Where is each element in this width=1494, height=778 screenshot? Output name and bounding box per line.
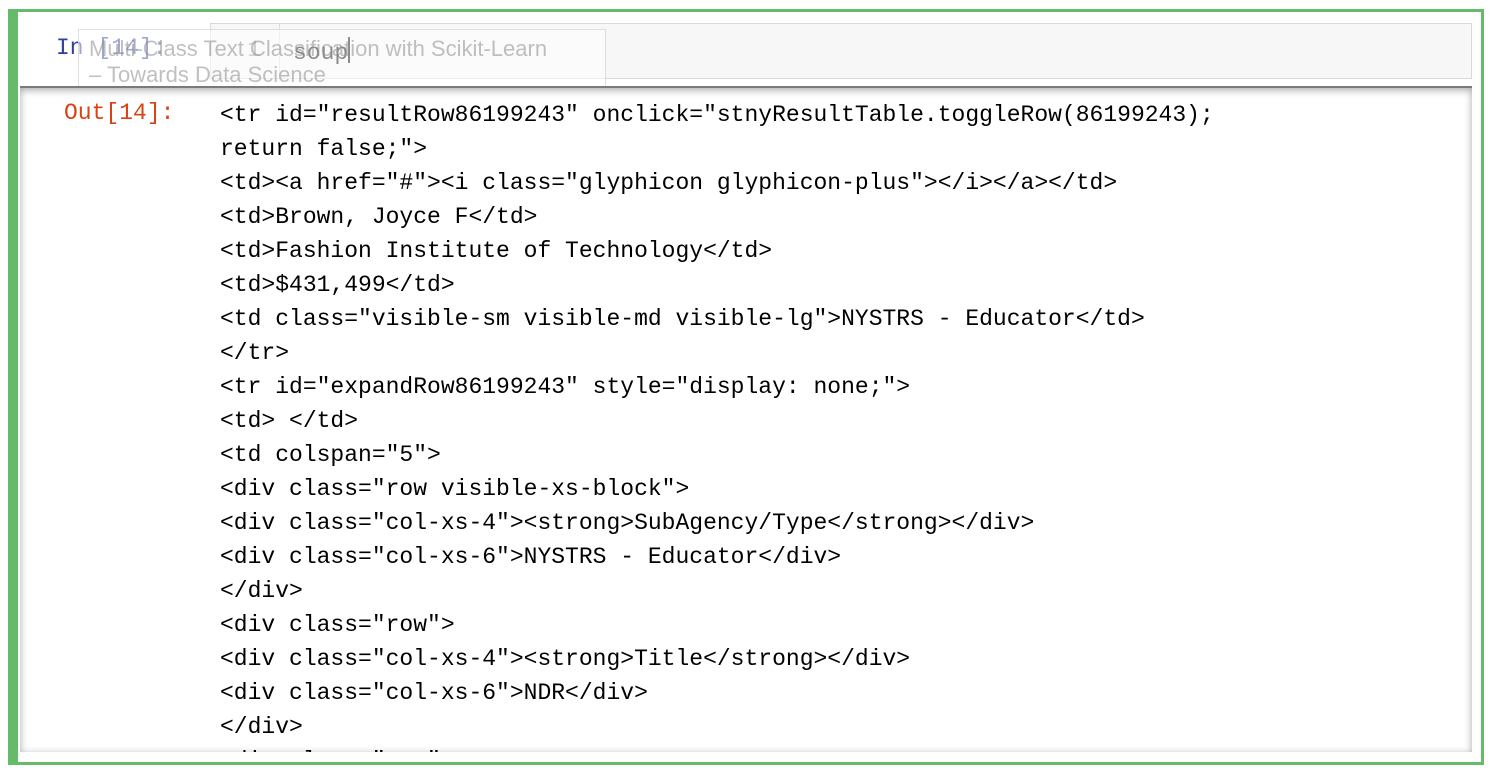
- output-line: <td class="visible-sm visible-md visible…: [220, 306, 1145, 332]
- code-line[interactable]: soup: [293, 37, 351, 66]
- output-text: <tr id="resultRow86199243" onclick="stny…: [220, 98, 1214, 752]
- output-line: <td>Fashion Institute of Technology</td>: [220, 238, 773, 264]
- output-line: <div class="col-xs-4"><strong>Title</str…: [220, 646, 911, 672]
- output-line: <div class="col-xs-6">NYSTRS - Educator<…: [220, 544, 842, 570]
- output-line: <td colspan="5">: [220, 442, 441, 468]
- line-number: 1: [247, 37, 261, 63]
- output-line: <div class="row visible-xs-block">: [220, 476, 690, 502]
- code-editor[interactable]: 1 soup: [210, 23, 1472, 79]
- output-line: <div class="col-xs-4"><strong>SubAgency/…: [220, 510, 1035, 536]
- output-line: <div class="row">: [220, 744, 1214, 752]
- output-line: <td><a href="#"><i class="glyphicon glyp…: [220, 170, 1118, 196]
- output-line: return false;">: [220, 136, 428, 162]
- output-line: <td>Brown, Joyce F</td>: [220, 204, 538, 230]
- output-line: </tr>: [220, 340, 290, 366]
- output-line: <tr id="resultRow86199243" onclick="stny…: [220, 102, 1214, 128]
- output-line: <div class="col-xs-6">NDR</div>: [220, 680, 648, 706]
- output-line: </div>: [220, 714, 303, 740]
- output-line: </div>: [220, 578, 303, 604]
- output-line: <td> </td>: [220, 408, 359, 434]
- code-text: soup: [293, 40, 349, 66]
- line-gutter: 1: [211, 24, 280, 78]
- output-area[interactable]: Out[14]: <tr id="resultRow86199243" oncl…: [20, 86, 1472, 752]
- output-prompt: Out[14]:: [64, 100, 175, 126]
- input-prompt: In [14]:: [56, 35, 167, 61]
- text-cursor: [348, 37, 351, 63]
- output-line: <tr id="expandRow86199243" style="displa…: [220, 374, 911, 400]
- output-line: <td>$431,499</td>: [220, 272, 455, 298]
- output-line: <div class="row">: [220, 612, 455, 638]
